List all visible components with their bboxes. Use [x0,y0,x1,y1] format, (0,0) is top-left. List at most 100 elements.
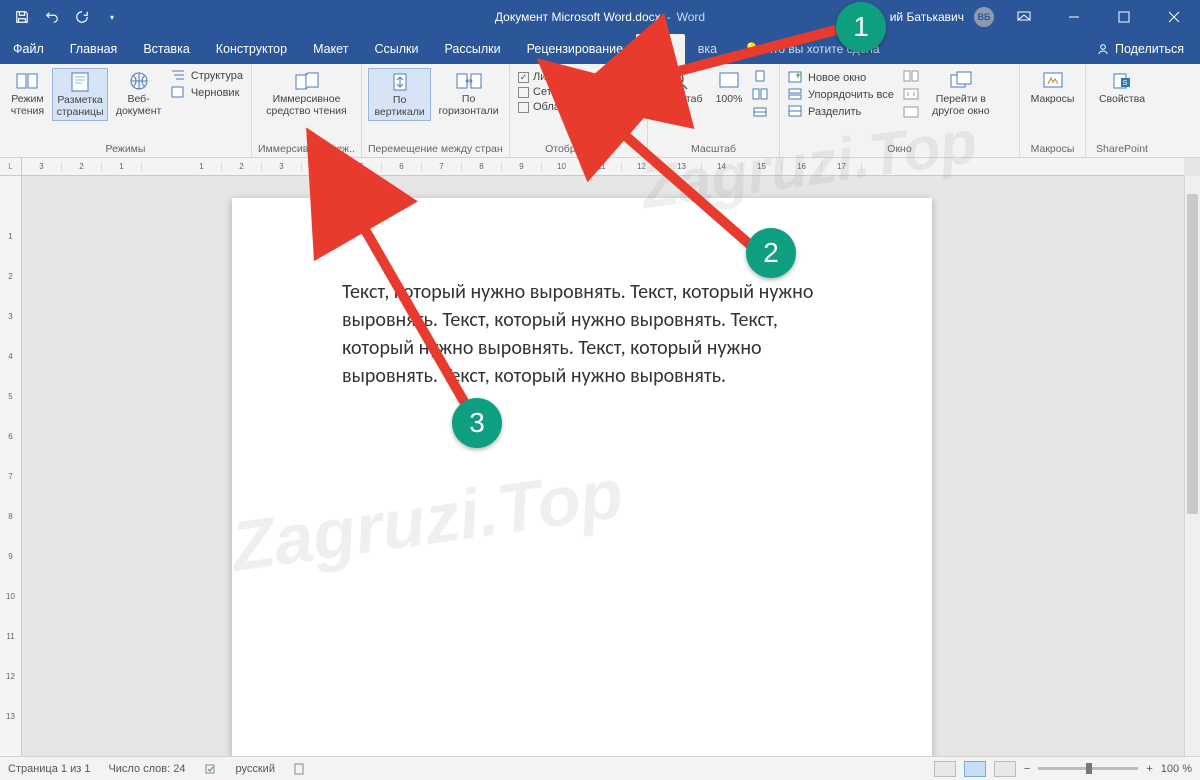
tab-file[interactable]: Файл [0,34,57,64]
undo-icon[interactable] [44,9,60,25]
group-page-movement: По вертикали По горизонтали Перемещение … [362,64,510,157]
document-name: Документ Microsoft Word.docx [495,10,661,24]
redo-icon[interactable] [74,9,90,25]
read-mode-icon [14,70,40,92]
status-page[interactable]: Страница 1 из 1 [8,763,90,775]
macros-button[interactable]: Макросы [1026,68,1079,108]
tab-review[interactable]: Рецензирование [514,34,637,64]
share-button[interactable]: Поделиться [1081,34,1200,64]
group-modes-label: Режимы [6,141,245,155]
group-zoom-label: Масштаб [654,141,773,155]
tab-references[interactable]: Ссылки [361,34,431,64]
switch-windows-icon [948,70,974,92]
vertical-icon [387,71,413,93]
zoom-slider[interactable] [1038,767,1138,770]
checkbox-icon [518,102,529,113]
multi-page-icon[interactable] [752,88,768,102]
document-area[interactable]: Текст, который нужно выровнять. Текст, к… [22,176,1184,756]
close-button[interactable] [1154,0,1194,34]
reset-position-icon[interactable] [903,106,919,120]
switch-windows-button[interactable]: Перейти в другое окно [926,68,996,119]
grid-checkbox[interactable]: Сетка [516,85,634,99]
draft-button[interactable]: Черновик [169,85,245,101]
ribbon-tabs: Файл Главная Вставка Конструктор Макет С… [0,34,1200,64]
group-show-label: Отображение [516,141,641,155]
view-read-icon[interactable] [934,761,956,777]
track-changes-icon[interactable] [293,763,307,775]
ribbon: Режим чтения Разметка страницы Веб-докум… [0,64,1200,158]
vertical-button[interactable]: По вертикали [368,68,431,121]
view-web-icon[interactable] [994,761,1016,777]
annotation-circle-1: 1 [836,2,886,52]
document-page[interactable]: Текст, который нужно выровнять. Текст, к… [232,198,932,756]
sharepoint-icon: S [1109,70,1135,92]
arrange-all-button[interactable]: Упорядочить все [786,87,896,103]
ruler-corner: L [0,158,22,176]
immersive-reader-label: Иммерсивное средство чтения [260,94,354,117]
immersive-reader-icon [294,70,320,92]
tab-design[interactable]: Конструктор [203,34,300,64]
tab-view[interactable]: Вид [636,34,685,64]
status-language[interactable]: русский [236,763,275,775]
split-icon [788,105,804,119]
outline-button[interactable]: Структура [169,68,245,84]
zoom-out-button[interactable]: − [1024,763,1030,775]
new-window-icon [788,71,804,85]
ribbon-options-icon[interactable] [1004,0,1044,34]
tab-help[interactable]: вка [685,34,730,64]
tab-layout[interactable]: Макет [300,34,361,64]
grid-label: Сетка [533,86,563,98]
status-word-count[interactable]: Число слов: 24 [108,763,185,775]
document-text[interactable]: Текст, который нужно выровнять. Текст, к… [342,278,822,390]
group-window: Новое окно Упорядочить все Разделить Пер… [780,64,1020,157]
outline-icon [171,69,187,83]
vertical-scrollbar[interactable] [1184,176,1200,756]
print-layout-label: Разметка страницы [54,95,107,118]
maximize-button[interactable] [1104,0,1144,34]
minimize-button[interactable] [1054,0,1094,34]
tab-insert[interactable]: Вставка [130,34,202,64]
read-mode-label: Режим чтения [7,94,48,117]
user-avatar[interactable]: ВБ [974,7,994,27]
lightbulb-icon: 💡 [744,42,759,56]
sync-scroll-icon[interactable] [903,88,919,102]
immersive-reader-button[interactable]: Иммерсивное средство чтения [259,68,355,119]
nav-pane-checkbox[interactable]: Область навигации [516,100,634,114]
properties-button[interactable]: S Свойства [1095,68,1149,108]
web-layout-button[interactable]: Веб-документ [111,68,166,119]
zoom-100-label: 100% [716,94,743,106]
group-sharepoint: S Свойства SharePoint [1086,64,1158,157]
zoom-slider-handle[interactable] [1086,763,1092,774]
save-icon[interactable] [14,9,30,25]
split-label: Разделить [808,106,861,118]
zoom-100-button[interactable]: 100% [709,68,749,108]
split-button[interactable]: Разделить [786,104,896,120]
group-immersive-label: Иммерсивный реж... [258,141,355,155]
read-mode-button[interactable]: Режим чтения [6,68,49,119]
workspace: L 3211234567891011121314151617 123456789… [0,158,1200,756]
vertical-ruler[interactable]: 12345678910111213 [0,176,22,756]
horizontal-button[interactable]: По горизонтали [434,68,503,119]
qat-customize-icon[interactable]: ▾ [104,9,120,25]
zoom-button[interactable]: Масштаб [654,68,706,108]
one-page-icon[interactable] [752,70,768,84]
side-by-side-icon[interactable] [903,70,919,84]
tab-mailings[interactable]: Рассылки [431,34,513,64]
user-name[interactable]: ий Батькавич [890,10,964,24]
svg-text:S: S [1123,80,1128,87]
switch-windows-label: Перейти в другое окно [927,94,995,117]
print-layout-button[interactable]: Разметка страницы [52,68,109,121]
scrollbar-thumb[interactable] [1187,194,1198,514]
properties-label: Свойства [1099,94,1145,106]
view-print-icon[interactable] [964,761,986,777]
spellcheck-icon[interactable] [204,763,218,775]
ruler-checkbox[interactable]: ✓Линейка [516,70,634,84]
tab-home[interactable]: Главная [57,34,131,64]
new-window-button[interactable]: Новое окно [786,70,896,86]
draft-icon [171,86,187,100]
zoom-level[interactable]: 100 % [1161,763,1192,775]
zoom-in-button[interactable]: + [1146,763,1152,775]
checkbox-icon [518,87,529,98]
page-width-icon[interactable] [752,106,768,120]
horizontal-ruler[interactable]: 3211234567891011121314151617 [22,158,1184,176]
